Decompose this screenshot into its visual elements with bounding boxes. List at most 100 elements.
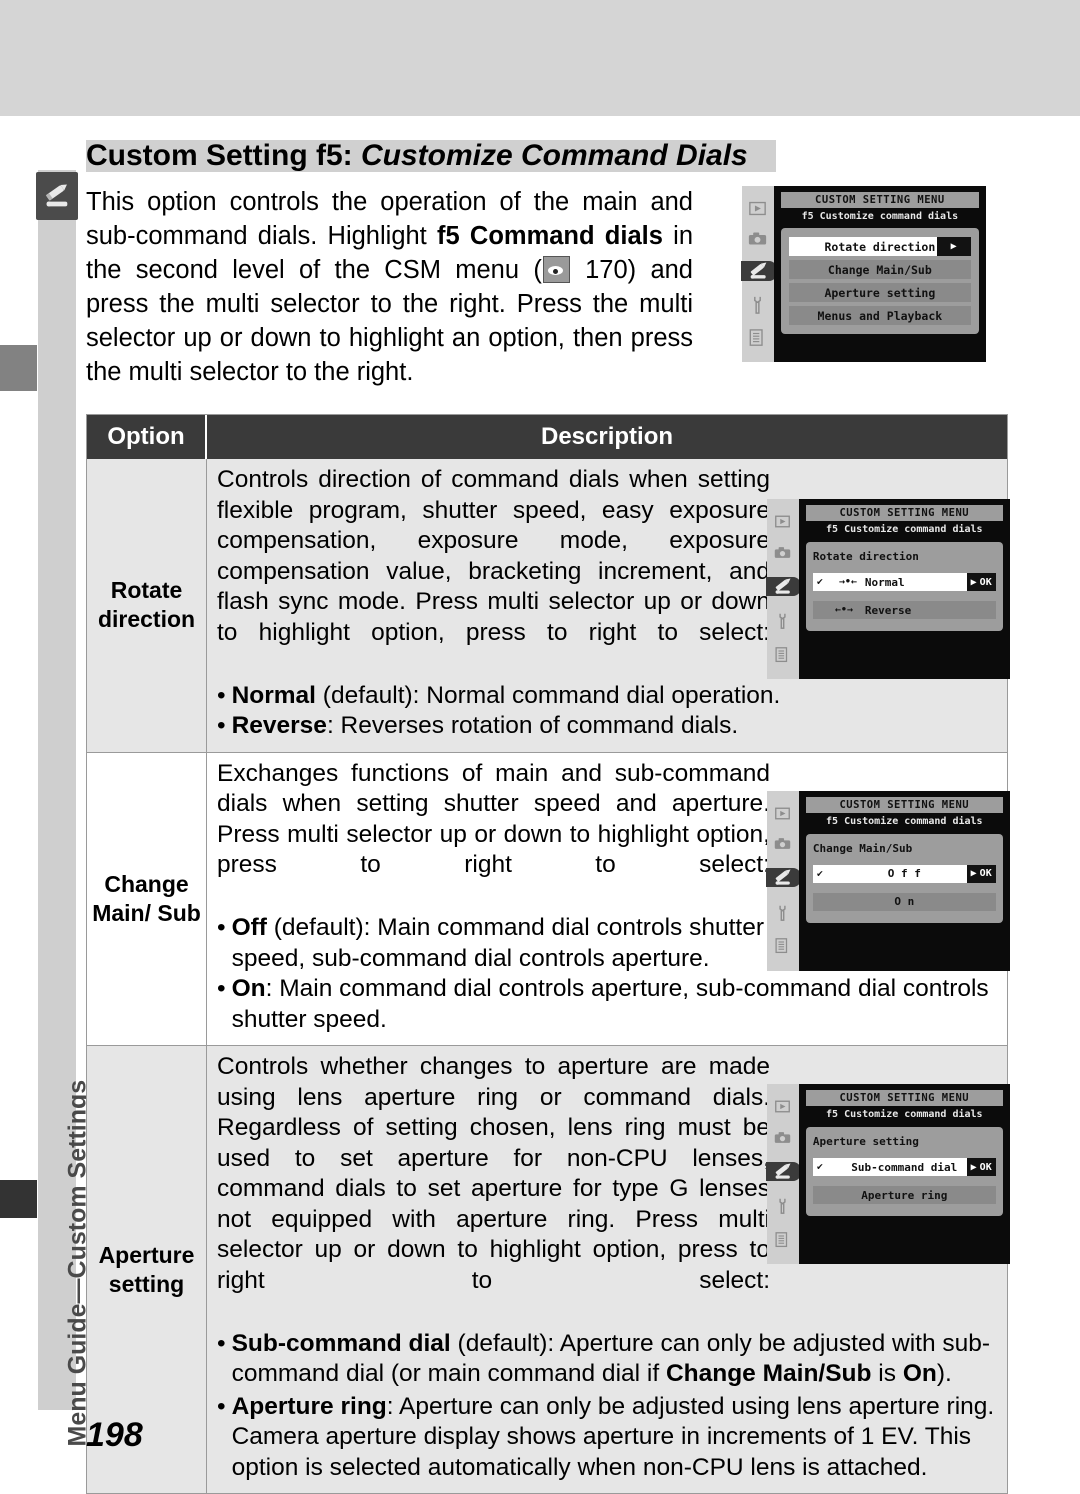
lcd-menu-item-menus-and-playback[interactable]: Menus and Playback bbox=[789, 306, 971, 326]
table-cell-description: Exchanges functions of main and sub-comm… bbox=[207, 753, 1010, 1046]
lcd-ok-text: OK bbox=[979, 868, 992, 880]
wrench-icon bbox=[772, 613, 794, 630]
wrench-icon bbox=[772, 905, 794, 921]
table-row: Aperture setting Controls whether change… bbox=[87, 1046, 1010, 1493]
pencil-icon bbox=[741, 260, 777, 281]
table-row: Change Main/ Sub Exchanges functions of … bbox=[87, 752, 1010, 1046]
lcd-rail bbox=[766, 790, 802, 971]
lcd-screen: CUSTOM SETTING MENU f5 Customize command… bbox=[798, 1084, 1010, 1264]
sidebar-label-container: Menu Guide—Custom Settings bbox=[38, 232, 92, 1447]
lcd-panel-heading: Rotate direction bbox=[812, 550, 919, 564]
page-number: 198 bbox=[86, 1416, 143, 1454]
bullet-dot: • bbox=[217, 975, 226, 1002]
bullet-item: • Aperture ring: Aperture can only be ad… bbox=[217, 1392, 997, 1484]
lcd-subtitle: f5 Customize command dials bbox=[826, 1109, 983, 1121]
rotate-reverse-arrows-icon: ←•→ bbox=[834, 604, 853, 616]
bullet-dot: • bbox=[217, 712, 226, 739]
lcd-option-label: Sub-command dial bbox=[851, 1160, 958, 1174]
lcd-option-normal[interactable]: ✔ →•← Normal ▶ OK bbox=[812, 573, 996, 592]
camera-icon bbox=[747, 231, 769, 246]
pencil-icon bbox=[766, 576, 802, 596]
lcd-screenshot-aperture-setting: CUSTOM SETTING MENU f5 Customize command… bbox=[766, 1084, 1010, 1264]
page-top-band bbox=[0, 0, 1080, 116]
table-header-description: Description bbox=[207, 415, 1007, 459]
lcd-subtitle: f5 Customize command dials bbox=[826, 524, 983, 536]
lcd-title: CUSTOM SETTING MENU bbox=[805, 1090, 1003, 1107]
lcd-screen: CUSTOM SETTING MENU f5 Customize command… bbox=[798, 790, 1010, 971]
bullet-rest: (default): Main command dial controls sh… bbox=[231, 914, 764, 972]
table-header-option: Option bbox=[87, 415, 207, 459]
lcd-menu-item-aperture-setting[interactable]: Aperture setting bbox=[789, 283, 971, 303]
lcd-menu-item-change-main-sub[interactable]: Change Main/Sub bbox=[789, 260, 971, 280]
bullet-rest: : Main command dial controls aperture, s… bbox=[231, 975, 989, 1033]
lcd-subtitle: f5 Customize command dials bbox=[801, 211, 959, 223]
lcd-menu-item-rotate-direction[interactable]: Rotate direction ▶ bbox=[789, 237, 971, 257]
lcd-ok-badge: ▶ OK bbox=[966, 864, 996, 883]
lcd-option-off[interactable]: ✔ O f f ▶ OK bbox=[812, 864, 996, 883]
lcd-rail bbox=[741, 186, 777, 362]
table-cell-option: Change Main/ Sub bbox=[87, 752, 207, 1045]
csm-eye-icon bbox=[542, 256, 570, 283]
bullet-dot: • bbox=[217, 1392, 226, 1420]
lcd-option-reverse[interactable]: ←•→ Reverse bbox=[812, 601, 996, 620]
page-title: Custom Setting f5: Customize Command Dia… bbox=[86, 138, 986, 174]
description-bullets: • Normal (default): Normal command dial … bbox=[217, 681, 997, 742]
bullet-dot: • bbox=[217, 681, 226, 709]
lcd-screen: CUSTOM SETTING MENU f5 Customize command… bbox=[798, 499, 1010, 679]
lcd-ok-text: OK bbox=[979, 1161, 992, 1173]
lcd-ok-text: OK bbox=[979, 576, 992, 588]
bullet-dot: • bbox=[217, 914, 226, 941]
page-title-italic: Customize Command Dials bbox=[361, 139, 748, 172]
lcd-arrow-right-icon: ▶ bbox=[936, 237, 971, 257]
bullet-rest-3: ). bbox=[936, 1360, 952, 1387]
table-cell-option: Rotate direction bbox=[87, 459, 207, 752]
playback-icon bbox=[772, 1100, 794, 1113]
description-body: Controls direction of command dials when… bbox=[217, 466, 770, 646]
lcd-ok-badge: ▶ OK bbox=[966, 573, 996, 592]
thumb-index-tab-gray bbox=[0, 345, 37, 391]
lcd-subtitle: f5 Customize command dials bbox=[826, 815, 983, 827]
camera-icon bbox=[772, 546, 794, 559]
bullet-bold: Aperture ring bbox=[231, 1392, 387, 1420]
description-body: Controls whether changes to aperture are… bbox=[217, 1053, 770, 1294]
rotate-normal-arrows-icon: →•← bbox=[838, 576, 857, 588]
lcd-rail bbox=[766, 499, 802, 679]
lcd-option-on[interactable]: O n bbox=[812, 892, 996, 911]
playback-icon bbox=[772, 807, 794, 820]
lcd-title: CUSTOM SETTING MENU bbox=[781, 192, 979, 209]
pencil-icon bbox=[36, 172, 78, 220]
bullet-bold-3: On bbox=[902, 1360, 937, 1387]
page-title-prefix: Custom Setting f5: bbox=[86, 139, 361, 172]
lcd-panel-heading: Change Main/Sub bbox=[812, 841, 913, 855]
lcd-option-aperture-ring[interactable]: Aperture ring bbox=[812, 1186, 996, 1205]
bullet-bold: Off bbox=[231, 914, 267, 941]
bullet-rest: : Reverses rotation of command dials. bbox=[326, 712, 739, 739]
description-bullets: • Sub-command dial (default): Aperture c… bbox=[217, 1329, 997, 1484]
lcd-screen: CUSTOM SETTING MENU f5 Customize command… bbox=[773, 186, 986, 362]
list-icon bbox=[772, 938, 794, 954]
lcd-option-label: Normal bbox=[864, 575, 905, 589]
list-icon bbox=[772, 647, 794, 663]
bullet-bold: Normal bbox=[231, 681, 316, 709]
lcd-option-sub-command-dial[interactable]: ✔ Sub-command dial ▶ OK bbox=[812, 1158, 996, 1177]
lcd-option-label: O f f bbox=[887, 867, 921, 881]
lcd-title: CUSTOM SETTING MENU bbox=[805, 505, 1003, 522]
lcd-ok-badge: ▶ OK bbox=[966, 1158, 996, 1177]
pencil-icon bbox=[766, 1161, 802, 1181]
bullet-item: • Normal (default): Normal command dial … bbox=[217, 681, 997, 712]
playback-icon bbox=[772, 515, 794, 528]
wrench-icon bbox=[772, 1198, 794, 1215]
table-header-row: Option Description bbox=[87, 415, 1007, 459]
bullet-bold: Sub-command dial bbox=[231, 1329, 451, 1357]
list-icon bbox=[747, 329, 769, 347]
options-table: Option Description Rotate direction Cont… bbox=[86, 414, 1010, 1494]
check-icon: ✔ bbox=[816, 1161, 823, 1173]
bullet-item: • Sub-command dial (default): Aperture c… bbox=[217, 1329, 997, 1390]
camera-icon bbox=[772, 837, 794, 850]
intro-bold1: f5 Command dials bbox=[437, 222, 663, 250]
intro-paragraph: This option controls the operation of th… bbox=[86, 185, 693, 389]
description-body: Exchanges functions of main and sub-comm… bbox=[217, 759, 770, 879]
wrench-icon bbox=[747, 296, 769, 314]
table-cell-description: Controls whether changes to aperture are… bbox=[207, 1046, 1010, 1493]
lcd-screenshot-rotate-direction: CUSTOM SETTING MENU f5 Customize command… bbox=[766, 499, 1010, 679]
